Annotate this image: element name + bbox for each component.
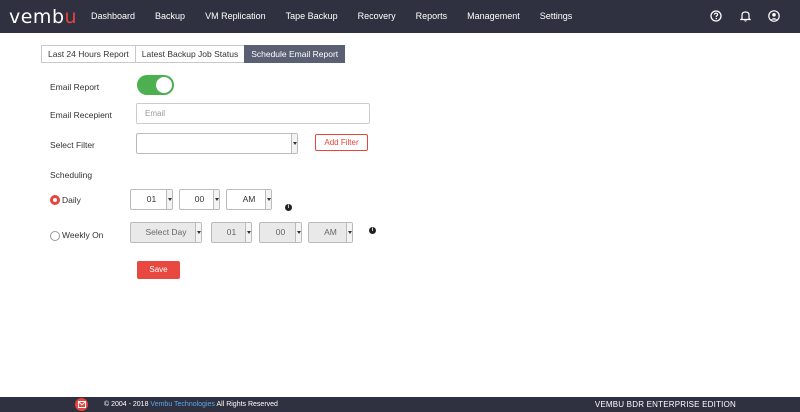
nav-reports[interactable]: Reports [416,11,448,21]
save-button[interactable]: Save [137,261,180,279]
copyright-text: © 2004 - 2018 Vembu Technologies All Rig… [104,401,278,408]
chevron-down-icon [291,134,297,153]
help-icon[interactable] [708,8,724,24]
weekly-minute-value: 00 [275,227,286,237]
chevron-down-icon [213,190,219,209]
weekly-label: Weekly On [62,230,104,240]
top-nav-bar: vembu Dashboard Backup VM Replication Ta… [0,0,800,33]
daily-hour-value: 01 [146,194,157,204]
email-recipient-label: Email Recepient [50,110,112,120]
chevron-down-icon [346,223,352,242]
nav-dashboard[interactable]: Dashboard [91,11,135,21]
scheduling-label: Scheduling [50,170,93,180]
nav-icon-group [695,8,782,24]
daily-radio[interactable] [50,195,60,205]
daily-hour-select[interactable]: 01 [130,189,173,210]
toggle-knob [156,77,172,93]
daily-label: Daily [62,195,81,205]
weekly-hour-select[interactable]: 01 [211,222,252,243]
main-nav: Dashboard Backup VM Replication Tape Bac… [91,11,592,21]
nav-recovery[interactable]: Recovery [358,11,396,21]
tab-latest-backup-job-status[interactable]: Latest Backup Job Status [134,45,246,63]
info-icon[interactable]: i [369,227,376,234]
tab-last-24-hours-report[interactable]: Last 24 Hours Report [41,45,136,63]
vembu-logo[interactable]: vembu [9,6,77,28]
edition-label: VEMBU BDR ENTERPRISE EDITION [594,400,736,409]
user-icon[interactable] [766,8,782,24]
email-recipient-input[interactable]: Email [136,103,370,124]
tab-schedule-email-report[interactable]: Schedule Email Report [244,45,346,63]
nav-vm-replication[interactable]: VM Replication [205,11,266,21]
bell-icon[interactable] [737,8,753,24]
weekly-ampm-select[interactable]: AM [308,222,353,243]
weekly-radio[interactable] [50,231,60,241]
chevron-down-icon [166,190,172,209]
daily-minute-value: 00 [194,194,205,204]
nav-management[interactable]: Management [467,11,520,21]
mail-icon[interactable] [75,398,88,411]
chevron-down-icon [265,190,271,209]
daily-ampm-select[interactable]: AM [226,189,272,210]
weekly-minute-select[interactable]: 00 [259,222,302,243]
info-icon[interactable]: i [285,204,292,211]
email-report-toggle[interactable] [137,75,174,95]
weekly-day-select[interactable]: Select Day [130,222,202,243]
nav-settings[interactable]: Settings [540,11,573,21]
weekly-day-value: Select Day [145,227,187,237]
chevron-down-icon [295,223,301,242]
select-filter-label: Select Filter [50,140,95,150]
weekly-hour-value: 01 [226,227,237,237]
nav-tape-backup[interactable]: Tape Backup [286,11,338,21]
daily-minute-select[interactable]: 00 [179,189,220,210]
report-tabs: Last 24 Hours Report Latest Backup Job S… [41,45,346,63]
email-report-label: Email Report [50,82,100,92]
select-filter-dropdown[interactable] [136,133,298,154]
footer: © 2004 - 2018 Vembu Technologies All Rig… [0,397,800,412]
chevron-down-icon [195,223,201,242]
chevron-down-icon [245,223,251,242]
daily-ampm-value: AM [242,194,256,204]
company-link[interactable]: Vembu Technologies [150,401,214,408]
add-filter-button[interactable]: Add Filter [315,134,368,151]
weekly-ampm-value: AM [324,227,337,237]
nav-backup[interactable]: Backup [155,11,185,21]
